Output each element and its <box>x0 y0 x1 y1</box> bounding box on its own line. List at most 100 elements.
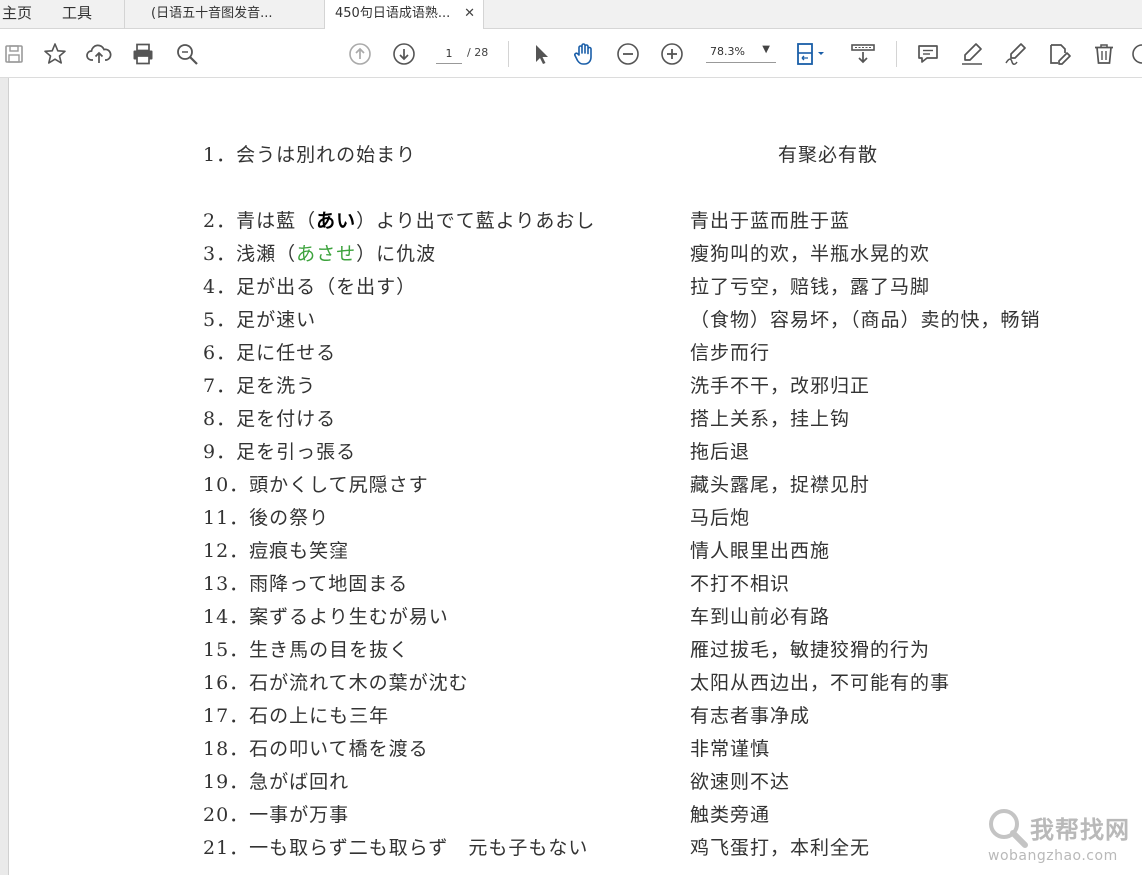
list-item: 12．痘痕も笑窪 情人眼里出西施 <box>0 536 1142 566</box>
chinese-meaning: 马后炮 <box>690 507 751 529</box>
select-arrow-icon[interactable] <box>527 40 555 68</box>
japanese-phrase: 21．一も取らず二も取らず 元も子もない <box>203 837 589 859</box>
highlight-icon[interactable] <box>958 40 986 68</box>
list-item: 6．足に任せる 信步而行 <box>0 338 1142 368</box>
document-viewer[interactable]: 1．会うは別れの始まり 有聚必有散 2．青は藍（あい）より出でて藍よりあおし 青… <box>0 78 1142 875</box>
chinese-meaning: 有志者事净成 <box>690 705 811 727</box>
chinese-meaning: 雁过拔毛，敏捷狡猾的行为 <box>690 639 931 661</box>
list-item: 4．足が出る（を出す） 拉了亏空，赔钱，露了马脚 <box>0 272 1142 302</box>
tab-tools[interactable]: 工具 <box>62 0 92 28</box>
find-zoom-icon[interactable] <box>173 40 201 68</box>
japanese-phrase: 15．生き馬の目を抜く <box>203 639 410 661</box>
bookmark-star-icon[interactable] <box>41 40 69 68</box>
upload-cloud-icon[interactable] <box>85 40 113 68</box>
list-item: 18．石の叩いて橋を渡る 非常谨慎 <box>0 734 1142 764</box>
page-number-input[interactable] <box>436 43 462 64</box>
japanese-phrase: 19．急がば回れ <box>203 771 350 793</box>
list-item: 13．雨降って地固まる 不打不相识 <box>0 569 1142 599</box>
chinese-meaning: 不打不相识 <box>690 573 791 595</box>
close-tab-icon[interactable]: ✕ <box>464 0 475 27</box>
japanese-phrase: 4．足が出る（を出す） <box>203 276 417 298</box>
page-total: / 28 <box>467 46 489 59</box>
list-item: 1．会うは別れの始まり 有聚必有散 <box>0 140 1142 170</box>
chinese-meaning: 车到山前必有路 <box>690 606 831 628</box>
next-page-icon[interactable] <box>390 40 418 68</box>
watermark-magnifier-icon <box>989 809 1028 848</box>
list-item: 9．足を引っ張る 拖后退 <box>0 437 1142 467</box>
chinese-meaning: 情人眼里出西施 <box>690 540 831 562</box>
japanese-phrase: 1．会うは別れの始まり <box>203 144 417 166</box>
list-item: 19．急がば回れ 欲速则不达 <box>0 767 1142 797</box>
list-item: 11．後の祭り 马后炮 <box>0 503 1142 533</box>
zoom-out-icon[interactable] <box>614 40 642 68</box>
zoom-dropdown[interactable]: 78.3% ▼ <box>706 43 776 63</box>
watermark: 我帮找网 wobangzhao.com <box>986 806 1136 870</box>
save-icon[interactable] <box>0 40 28 68</box>
watermark-text: 我帮找网 <box>1030 816 1130 844</box>
japanese-phrase: 10．頭かくして尻隠さす <box>203 474 429 496</box>
previous-page-icon[interactable] <box>346 40 374 68</box>
japanese-phrase: 17．石の上にも三年 <box>203 705 390 727</box>
scroll-mode-icon[interactable] <box>849 40 877 68</box>
list-item: 14．案ずるより生むが易い 车到山前必有路 <box>0 602 1142 632</box>
watermark-url: wobangzhao.com <box>988 848 1118 864</box>
chevron-down-icon: ▼ <box>762 44 770 55</box>
chinese-meaning: 洗手不干，改邪归正 <box>690 375 871 397</box>
edit-pdf-icon[interactable] <box>1046 40 1074 68</box>
hand-tool-icon[interactable] <box>570 40 598 68</box>
chinese-meaning: 青出于蓝而胜于蓝 <box>690 210 851 232</box>
japanese-phrase: 13．雨降って地固まる <box>203 573 409 595</box>
chinese-meaning: （食物）容易坏，（商品）卖的快，畅销 <box>690 309 1041 331</box>
more-tools-icon[interactable] <box>1128 40 1142 68</box>
chinese-meaning: 藏头露尾，捉襟见肘 <box>690 474 871 496</box>
list-item: 7．足を洗う 洗手不干，改邪归正 <box>0 371 1142 401</box>
chinese-meaning: 欲速则不达 <box>690 771 791 793</box>
list-item: 21．一も取らず二も取らず 元も子もない 鸡飞蛋打，本利全无 <box>0 833 1142 863</box>
list-item: 2．青は藍（あい）より出でて藍よりあおし 青出于蓝而胜于蓝 <box>0 206 1142 236</box>
list-item: 15．生き馬の目を抜く 雁过拔毛，敏捷狡猾的行为 <box>0 635 1142 665</box>
tab-document-2[interactable]: 450句日语成语熟... ✕ <box>324 0 484 29</box>
toolbar-separator <box>508 41 509 67</box>
japanese-phrase: 6．足に任せる <box>203 342 337 364</box>
list-item: 16．石が流れて木の葉が沈む 太阳从西边出，不可能有的事 <box>0 668 1142 698</box>
delete-icon[interactable] <box>1090 40 1118 68</box>
japanese-phrase: 5．足が速い <box>203 309 317 331</box>
japanese-phrase: 18．石の叩いて橋を渡る <box>203 738 429 760</box>
zoom-value: 78.3% <box>710 45 745 58</box>
japanese-phrase: 8．足を付ける <box>203 408 337 430</box>
japanese-phrase: 11．後の祭り <box>203 507 330 529</box>
sign-icon[interactable] <box>1002 40 1030 68</box>
japanese-phrase: 9．足を引っ張る <box>203 441 357 463</box>
chinese-meaning: 拖后退 <box>690 441 751 463</box>
list-item: 5．足が速い （食物）容易坏，（商品）卖的快，畅销 <box>0 305 1142 335</box>
japanese-phrase: 12．痘痕も笑窪 <box>203 540 350 562</box>
fit-page-icon[interactable] <box>792 40 828 68</box>
chinese-meaning: 瘦狗叫的欢，半瓶水晃的欢 <box>690 243 931 265</box>
list-item: 20．一事が万事 触类旁通 <box>0 800 1142 830</box>
tab-document-1[interactable]: (日语五十音图发音... <box>124 0 324 29</box>
tab-document-1-label: (日语五十音图发音... <box>151 6 273 21</box>
chinese-meaning: 鸡飞蛋打，本利全无 <box>690 837 871 859</box>
chinese-meaning: 拉了亏空，赔钱，露了马脚 <box>690 276 931 298</box>
comment-icon[interactable] <box>914 40 942 68</box>
zoom-in-icon[interactable] <box>658 40 686 68</box>
tab-document-2-label: 450句日语成语熟... <box>335 6 451 21</box>
japanese-phrase: 20．一事が万事 <box>203 804 350 826</box>
toolbar <box>0 29 1142 78</box>
chinese-meaning: 搭上关系，挂上钩 <box>690 408 851 430</box>
chinese-meaning: 信步而行 <box>690 342 771 364</box>
japanese-phrase: 7．足を洗う <box>203 375 317 397</box>
tab-home[interactable]: 主页 <box>2 0 32 28</box>
list-item: 8．足を付ける 搭上关系，挂上钩 <box>0 404 1142 434</box>
japanese-phrase: 3．浅瀬（あさせ）に仇波 <box>203 243 437 265</box>
chinese-meaning: 有聚必有散 <box>778 144 879 166</box>
japanese-phrase: 2．青は藍（あい）より出でて藍よりあおし <box>203 210 596 232</box>
list-item: 3．浅瀬（あさせ）に仇波 瘦狗叫的欢，半瓶水晃的欢 <box>0 239 1142 269</box>
japanese-phrase: 16．石が流れて木の葉が沈む <box>203 672 469 694</box>
chinese-meaning: 太阳从西边出，不可能有的事 <box>690 672 951 694</box>
chinese-meaning: 触类旁通 <box>690 804 771 826</box>
list-item: 10．頭かくして尻隠さす 藏头露尾，捉襟见肘 <box>0 470 1142 500</box>
print-icon[interactable] <box>129 40 157 68</box>
tab-bar: 主页 工具 (日语五十音图发音... 450句日语成语熟... ✕ <box>0 0 1142 29</box>
toolbar-separator <box>896 41 897 67</box>
